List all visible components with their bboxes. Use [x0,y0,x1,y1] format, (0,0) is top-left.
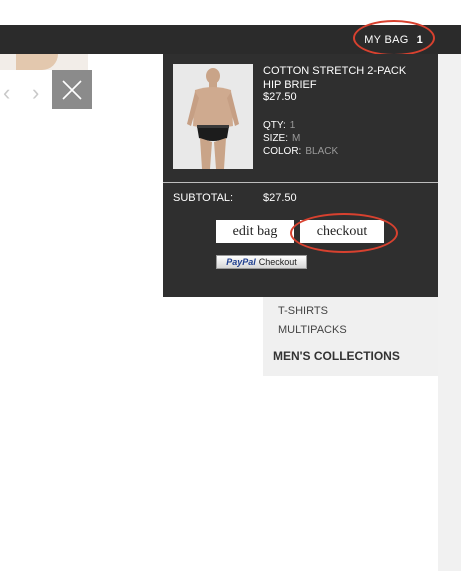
color-row: COLOR: BLACK [263,146,338,157]
edit-bag-button[interactable]: edit bag [216,220,294,243]
top-bar: MY BAG 1 [0,25,461,54]
menu-item-t-shirts[interactable]: T-SHIRTS [278,305,328,317]
close-icon[interactable] [52,70,92,109]
chevron-left-icon[interactable]: ‹ [3,80,10,106]
chevron-right-icon[interactable]: › [32,80,39,106]
size-row: SIZE: M [263,133,300,144]
bag-count: 1 [416,33,423,46]
menu-heading-mens-collections[interactable]: MEN'S COLLECTIONS [273,349,400,363]
subtotal-value: $27.50 [263,192,297,204]
color-label: COLOR: [263,146,302,157]
product-name-line1: COTTON STRETCH 2-PACK [263,65,407,77]
qty-row: QTY: 1 [263,120,295,131]
product-name[interactable]: COTTON STRETCH 2-PACK HIP BRIEF [263,64,406,92]
product-photo-fragment [0,54,88,70]
qty-label: QTY: [263,120,286,131]
subtotal-label: SUBTOTAL: [173,192,234,204]
bag-dropdown: COTTON STRETCH 2-PACK HIP BRIEF $27.50 Q… [163,54,438,297]
my-bag-label: MY BAG [364,33,409,46]
product-price: $27.50 [263,91,297,103]
right-rail [438,54,461,571]
my-bag-button[interactable]: MY BAG 1 [364,25,423,54]
color-value: BLACK [305,146,339,157]
divider [163,182,438,183]
product-name-line2: HIP BRIEF [263,79,317,91]
menu-item-multipacks[interactable]: MULTIPACKS [278,324,347,336]
category-menu: T-SHIRTS MULTIPACKS MEN'S COLLECTIONS [263,297,438,376]
qty-value: 1 [289,120,296,131]
product-thumbnail[interactable] [173,64,253,169]
checkout-button[interactable]: checkout [300,220,384,243]
size-value: M [292,133,301,144]
paypal-checkout-button[interactable]: PayPal Checkout [216,255,307,269]
paypal-logo: PayPal [226,257,256,267]
size-label: SIZE: [263,133,289,144]
paypal-checkout-label: Checkout [258,257,297,267]
